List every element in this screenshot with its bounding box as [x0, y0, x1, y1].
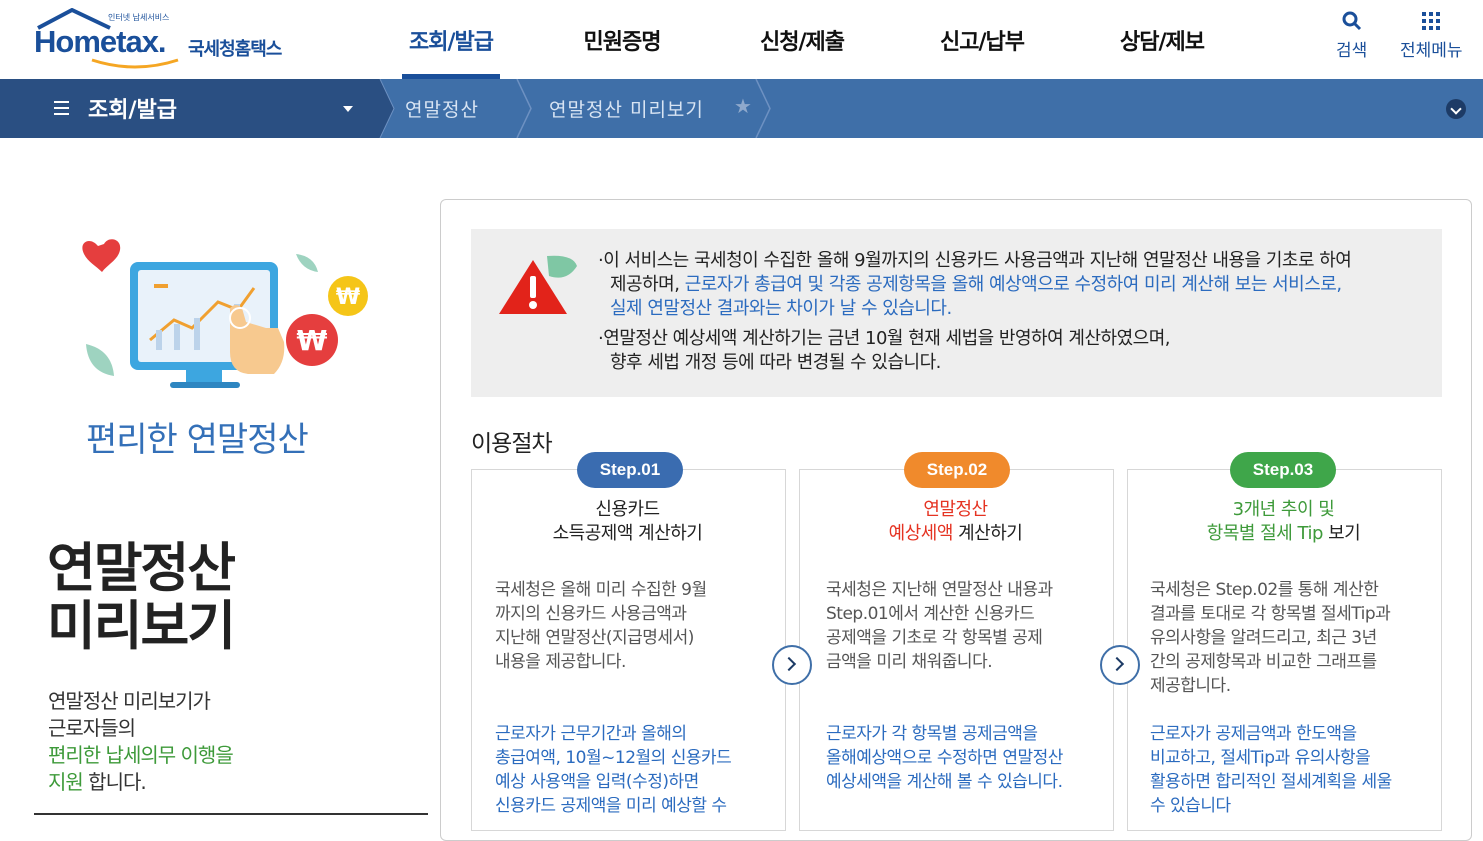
breadcrumb-separator-icon [516, 79, 532, 138]
step-title-line: 연말정산 [923, 499, 988, 520]
warning-icon [499, 255, 577, 314]
svg-text:₩: ₩ [297, 324, 328, 357]
breadcrumb-year-end-settlement[interactable]: 연말정산 [405, 95, 479, 122]
step-desc-2: 국세청은 지난해 연말정산 내용과 Step.01에서 계산한 신용카드 공제액을 … [826, 580, 1053, 672]
breadcrumb-preview[interactable]: 연말정산 미리보기 [549, 95, 704, 122]
step-title-2: 연말정산 예상세액 계산하기 [799, 498, 1112, 546]
notice-text: ·이 서비스는 국세청이 수집한 올해 9월까지의 신용카드 사용금액과 지난해… [598, 249, 1352, 375]
step-title-line: 항목별 절세 Tip 보기 [1206, 523, 1361, 544]
step-title-3: 3개년 추이 및 항목별 절세 Tip 보기 [1127, 498, 1440, 546]
logo-smile-icon [91, 58, 179, 69]
top-header: 인터넷 납세서비스 Hometax. 국세청홈택스 조회/발급 민원증명 신청/… [0, 0, 1483, 79]
step-note-1: 근로자가 근무기간과 올해의 총급여액, 10월~12월의 신용카드 예상 사용액을… [495, 724, 732, 816]
step-badge-3: Step.03 [1230, 452, 1336, 488]
logo-wordmark: Hometax. [34, 24, 167, 59]
notice-text-highlight: 근로자가 총급여 및 각종 공제항목을 올해 예상액으로 수정하여 미리 계산해… [684, 274, 1342, 295]
nav-apply-submit[interactable]: 신청/제출 [712, 0, 892, 79]
all-menu-button[interactable]: 전체메뉴 [1400, 10, 1463, 61]
step-badge-2: Step.02 [904, 452, 1010, 488]
divider [34, 813, 428, 815]
step-title-line: 소득공제액 계산하기 [552, 523, 703, 544]
step-title-line: 신용카드 [595, 499, 660, 520]
all-menu-label: 전체메뉴 [1400, 41, 1463, 61]
step-title-1: 신용카드 소득공제액 계산하기 [471, 498, 784, 546]
next-step-arrow-icon[interactable] [772, 645, 812, 685]
step-desc-1: 국세청은 올해 미리 수집한 9월 까지의 신용카드 사용금액과 지난해 연말정산(… [495, 580, 707, 672]
step-desc-3: 국세청은 Step.02를 통해 계산한 결과를 토대로 각 항목별 절세Tip과… [1150, 580, 1391, 696]
logo-subtitle: 국세청홈택스 [188, 39, 282, 60]
step-title-line: 예상세액 계산하기 [888, 523, 1023, 544]
menu-dropdown[interactable]: 조회/발급 [0, 79, 380, 138]
expand-chevron-icon[interactable] [1446, 99, 1466, 119]
step-title-line: 3개년 추이 및 [1232, 499, 1335, 520]
search-button[interactable]: 검색 [1336, 10, 1367, 61]
procedure-title: 이용절차 [471, 431, 553, 457]
notice-line: ·연말정산 예상세액 계산하기는 금년 10월 현재 세법을 반영하여 계산하였… [598, 328, 1170, 349]
monitor-chart-illustration: ₩ ₩ [82, 239, 368, 388]
next-step-arrow-icon[interactable] [1100, 645, 1140, 685]
notice-line: 향후 세법 개정 등에 따라 변경될 수 있습니다. [610, 352, 941, 373]
breadcrumb-separator-icon [372, 79, 395, 138]
notice-line: ·이 서비스는 국세청이 수집한 올해 9월까지의 신용카드 사용금액과 지난해… [598, 250, 1352, 271]
notice-line: 제공하며, 근로자가 총급여 및 각종 공제항목을 올해 예상액으로 수정하여 … [598, 273, 1351, 297]
nav-report-pay[interactable]: 신고/납부 [892, 0, 1072, 79]
desc-highlight: 지원 [48, 770, 84, 794]
breadcrumb-separator-icon [755, 79, 771, 138]
desc-line: 지원 합니다. [48, 769, 233, 796]
page-title-line1: 연말정산 [47, 538, 236, 599]
search-label: 검색 [1336, 41, 1368, 61]
page-title-line2: 미리보기 [47, 596, 236, 657]
hamburger-icon [54, 101, 69, 116]
desc-line: 근로자들의 [48, 716, 136, 740]
main-nav: 조회/발급 민원증명 신청/제출 신고/납부 상담/제보 [370, 0, 1252, 79]
nav-inquiry-issue[interactable]: 조회/발급 [370, 0, 532, 79]
breadcrumb-bar: 조회/발급 연말정산 연말정산 미리보기 ★ [0, 79, 1483, 138]
nav-consult-report[interactable]: 상담/제보 [1072, 0, 1252, 79]
left-promo-title: 편리한 연말정산 [86, 420, 309, 460]
hometax-logo[interactable]: 인터넷 납세서비스 Hometax. 국세청홈택스 [30, 8, 310, 74]
notice-text-plain: 제공하며, [610, 274, 685, 295]
nav-civil-certificate[interactable]: 민원증명 [532, 0, 712, 79]
desc-line: 연말정산 미리보기가 [48, 689, 211, 713]
svg-text:₩: ₩ [336, 285, 360, 310]
logo-tagline: 인터넷 납세서비스 [108, 13, 170, 22]
star-icon[interactable]: ★ [734, 94, 752, 118]
page-title: 연말정산 미리보기 [47, 538, 236, 657]
desc-line-highlight: 편리한 납세의무 이행을 [48, 743, 234, 767]
notice-line-highlight: 실제 연말정산 결과와는 차이가 날 수 있습니다. [610, 298, 952, 319]
grid-menu-icon [1422, 12, 1441, 30]
page-description: 연말정산 미리보기가 근로자들의 편리한 납세의무 이행을 지원 합니다. [48, 688, 234, 796]
step-badge-1: Step.01 [577, 452, 683, 488]
caret-down-icon [343, 106, 353, 112]
desc-rest: 합니다. [82, 770, 147, 794]
step-note-3: 근로자가 공제금액과 한도액을 비교하고, 절세Tip과 유의사항을 활용하면 합리… [1150, 724, 1392, 816]
search-icon [1342, 11, 1361, 31]
step-note-2: 근로자가 각 항목별 공제금액을 올해예상액으로 수정하면 연말정산 예상세액을 계… [826, 724, 1063, 792]
menu-dropdown-label: 조회/발급 [88, 98, 177, 123]
